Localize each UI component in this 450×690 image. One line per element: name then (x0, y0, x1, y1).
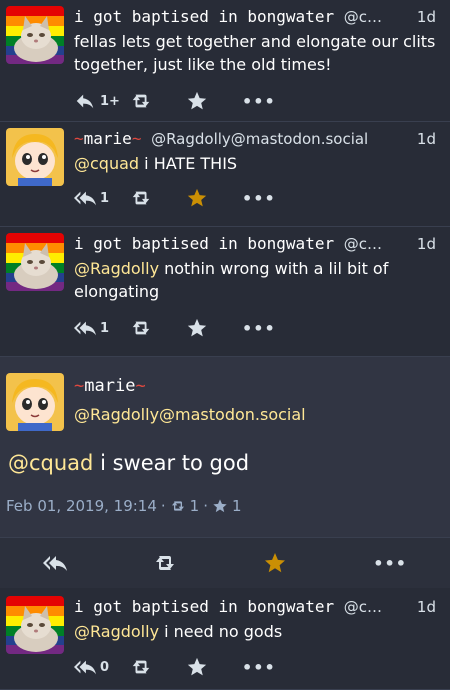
account-handle: @c… (343, 235, 382, 253)
more-button[interactable]: ••• (242, 658, 298, 677)
retweet-icon (170, 498, 186, 514)
more-button[interactable]: ••• (242, 189, 298, 208)
emoji-right-icon: ~ (131, 129, 142, 148)
reply-button[interactable]: 1+ (74, 90, 130, 112)
favourite-count[interactable]: 1 (232, 497, 242, 515)
action-bar: 0 ••• (74, 656, 298, 678)
separator: · (160, 497, 166, 515)
timestamp[interactable]: 1d (417, 8, 436, 26)
timestamp[interactable]: 1d (417, 235, 436, 253)
boost-count[interactable]: 1 (190, 497, 200, 515)
reply-count: 0 (100, 659, 110, 675)
star-icon (186, 656, 208, 678)
display-name[interactable]: ~marie~ (74, 373, 146, 399)
retweet-icon (130, 187, 152, 209)
reply-all-icon (74, 317, 96, 339)
display-name[interactable]: i got baptised in bongwater @c… (74, 596, 404, 618)
timestamp[interactable]: 1d (417, 598, 436, 616)
star-icon (212, 498, 228, 514)
status-date[interactable]: Feb 01, 2019, 19:14 (6, 497, 157, 515)
avatar[interactable] (6, 6, 64, 64)
favourite-button[interactable] (186, 90, 242, 112)
mention-link[interactable]: @Ragdolly (74, 622, 159, 641)
star-icon[interactable] (263, 551, 287, 575)
avatar[interactable] (6, 596, 64, 654)
reply-icon (74, 90, 96, 112)
status-text: i need no gods (164, 622, 283, 641)
retweet-icon (130, 317, 152, 339)
status-content: @cquad i HATE THIS (74, 152, 439, 175)
more-button[interactable]: ••• (242, 92, 298, 111)
account-handle: @c… (343, 598, 382, 616)
retweet-icon (130, 656, 152, 678)
favourite-button[interactable] (186, 187, 242, 209)
account-handle: @c… (343, 8, 382, 26)
display-name-text: i got baptised in bongwater (74, 597, 335, 616)
status-text: i swear to god (100, 451, 250, 475)
status-card[interactable]: ~marie~ @Ragdolly@mastodon.social 1d @cq… (0, 122, 450, 227)
avatar[interactable] (6, 373, 64, 431)
favourite-button[interactable] (186, 317, 242, 339)
ellipsis-icon: ••• (242, 657, 276, 677)
retweet-icon[interactable] (153, 551, 177, 575)
display-name[interactable]: i got baptised in bongwater @c… (74, 6, 404, 28)
display-name[interactable]: i got baptised in bongwater @c… (74, 233, 404, 255)
mention-link[interactable]: @cquad (74, 154, 139, 173)
ellipsis-icon: ••• (242, 188, 276, 208)
boost-button[interactable] (130, 317, 186, 339)
action-bar: 1+ ••• (74, 90, 298, 112)
status-text: i HATE THIS (144, 154, 238, 173)
timestamp[interactable]: 1d (417, 130, 436, 148)
retweet-icon (130, 90, 152, 112)
star-icon (186, 317, 208, 339)
display-name-text: marie (83, 129, 132, 148)
status-content: @Ragdolly i need no gods (74, 620, 439, 643)
mention-link[interactable]: @cquad (8, 451, 93, 475)
emoji-right-icon: ~ (135, 376, 146, 396)
status-card[interactable]: i got baptised in bongwater @c… 1d @Ragd… (0, 227, 450, 357)
ellipsis-icon: ••• (242, 318, 276, 338)
status-meta: Feb 01, 2019, 19:14 · 1 · 1 (6, 497, 242, 515)
reply-count: 1+ (100, 93, 120, 109)
status-content: fellas lets get together and elongate ou… (74, 32, 436, 74)
action-bar: 1 ••• (74, 187, 298, 209)
display-name[interactable]: ~marie~ @Ragdolly@mastodon.social (74, 128, 404, 150)
emoji-left-icon: ~ (74, 129, 84, 148)
status-content: @cquad i swear to god (8, 451, 249, 475)
status-card[interactable]: i got baptised in bongwater @c… 1d @Ragd… (0, 590, 450, 690)
favourite-button[interactable] (186, 656, 242, 678)
reply-count: 1 (100, 320, 110, 336)
status-card[interactable]: i got baptised in bongwater @c… 1d fella… (0, 0, 450, 122)
reply-all-icon (74, 187, 96, 209)
star-icon (186, 187, 208, 209)
reply-all-button[interactable]: 1 (74, 317, 130, 339)
more-button[interactable]: ••• (242, 319, 298, 338)
action-bar: ••• (0, 537, 450, 588)
display-name-text: i got baptised in bongwater (74, 234, 335, 253)
avatar[interactable] (6, 128, 64, 186)
boost-button[interactable] (130, 90, 186, 112)
boost-button[interactable] (130, 656, 186, 678)
reply-all-icon[interactable] (43, 551, 67, 575)
ellipsis-icon: ••• (242, 91, 276, 111)
star-icon (186, 90, 208, 112)
status-content: @Ragdolly nothin wrong with a lil bit of… (74, 257, 439, 303)
avatar[interactable] (6, 233, 64, 291)
reply-all-icon (74, 656, 96, 678)
account-handle[interactable]: @Ragdolly@mastodon.social (74, 405, 306, 424)
ellipsis-icon[interactable]: ••• (373, 554, 407, 573)
reply-count: 1 (100, 190, 110, 206)
mention-link[interactable]: @Ragdolly (74, 259, 159, 278)
action-bar: 1 ••• (74, 317, 298, 339)
reply-all-button[interactable]: 0 (74, 656, 130, 678)
boost-button[interactable] (130, 187, 186, 209)
emoji-left-icon: ~ (74, 376, 85, 396)
display-name-text: i got baptised in bongwater (74, 7, 335, 26)
detailed-status: ~marie~ @Ragdolly@mastodon.social @cquad… (0, 357, 450, 588)
account-handle: @Ragdolly@mastodon.social (151, 130, 369, 148)
reply-all-button[interactable]: 1 (74, 187, 130, 209)
separator: · (203, 497, 208, 515)
display-name-text: marie (84, 376, 136, 396)
